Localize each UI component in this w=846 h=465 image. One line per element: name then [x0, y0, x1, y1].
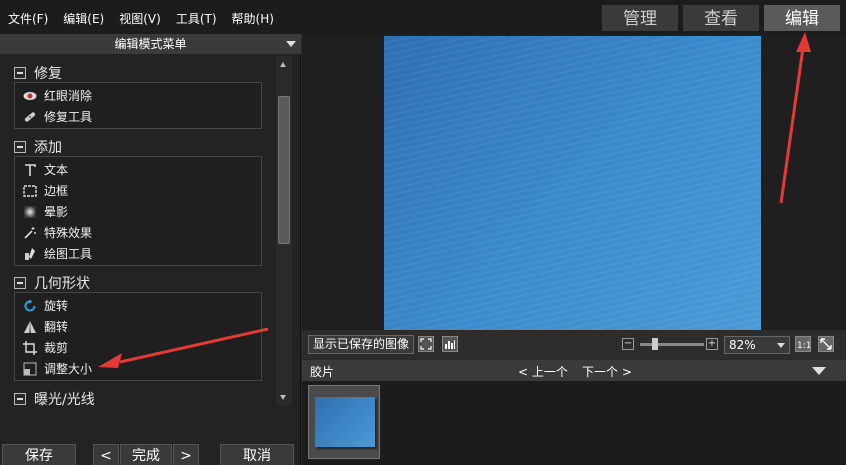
text-icon: [23, 163, 37, 177]
group-exposure-title: 曝光/光线: [34, 392, 95, 406]
tool-special-effects[interactable]: 特殊效果: [15, 222, 261, 243]
tool-label: 文本: [44, 163, 69, 177]
tool-label: 特殊效果: [44, 226, 93, 240]
actual-size-icon[interactable]: 1:1: [795, 336, 811, 352]
tab-edit[interactable]: 编辑: [763, 4, 841, 32]
fullscreen-icon[interactable]: [418, 336, 434, 352]
paint-tools-icon: [23, 247, 37, 261]
resize-icon: [23, 362, 37, 376]
zoom-level-value: 82%: [729, 338, 756, 352]
group-geometry-title: 几何形状: [34, 276, 90, 292]
tool-list: 修复 红眼消除 修复工具 添加 文本 边框 晕影 特殊效果 绘图工具 几何形状 …: [0, 54, 273, 406]
chevron-down-icon[interactable]: [777, 343, 785, 348]
done-button[interactable]: 完成: [120, 444, 172, 465]
previous-image-link[interactable]: < 上一个: [518, 363, 568, 380]
group-repair-box: 红眼消除 修复工具: [14, 82, 262, 129]
tab-manage[interactable]: 管理: [601, 4, 679, 32]
chevron-down-icon[interactable]: [812, 367, 826, 375]
eye-icon: [23, 89, 37, 103]
menu-tools[interactable]: 工具(T): [172, 10, 221, 27]
scroll-down-icon[interactable]: [280, 395, 286, 400]
vignette-icon: [23, 205, 37, 219]
tool-flip[interactable]: 翻转: [15, 316, 261, 337]
collapse-icon[interactable]: [14, 141, 26, 153]
group-add-title: 添加: [34, 140, 62, 156]
cancel-button[interactable]: 取消: [220, 444, 294, 465]
tool-crop[interactable]: 裁剪: [15, 337, 261, 358]
next-button[interactable]: >: [173, 444, 199, 465]
group-exposure-header[interactable]: 曝光/光线: [14, 390, 95, 406]
mode-tabs: 管理 查看 编辑: [601, 4, 841, 32]
collapse-icon[interactable]: [14, 67, 26, 79]
crop-icon: [23, 340, 37, 355]
filmstrip: [302, 381, 846, 465]
rotate-icon: [23, 299, 37, 313]
preview-toolbar: 显示已保存的图像 − + 82% 1:1: [302, 332, 846, 358]
scroll-up-icon[interactable]: [280, 62, 286, 67]
tool-drawing[interactable]: 绘图工具: [15, 243, 261, 264]
panel-title: 编辑模式菜单: [114, 37, 187, 51]
menu-file[interactable]: 文件(F): [4, 10, 52, 27]
bandage-icon: [23, 110, 37, 124]
chevron-down-icon[interactable]: [286, 41, 296, 47]
tool-label: 翻转: [44, 320, 69, 334]
next-image-link[interactable]: 下一个 >: [582, 363, 632, 380]
thumbnail-image: [315, 397, 375, 447]
border-icon: [23, 184, 37, 198]
tool-label: 边框: [44, 184, 69, 198]
show-saved-image-button[interactable]: 显示已保存的图像: [308, 335, 415, 354]
tool-resize[interactable]: 调整大小: [15, 358, 261, 379]
svg-text:1:1: 1:1: [797, 341, 810, 351]
tool-border[interactable]: 边框: [15, 180, 261, 201]
menu-view[interactable]: 视图(V): [115, 10, 165, 27]
group-add-box: 文本 边框 晕影 特殊效果 绘图工具: [14, 156, 262, 266]
group-repair-title: 修复: [34, 66, 62, 82]
menu-edit[interactable]: 编辑(E): [59, 10, 108, 27]
filmstrip-thumbnail[interactable]: [308, 385, 380, 459]
zoom-in-icon[interactable]: +: [706, 338, 718, 350]
tool-label: 旋转: [44, 299, 69, 313]
magic-wand-icon: [23, 226, 37, 240]
group-geometry-header[interactable]: 几何形状: [14, 274, 90, 292]
zoom-slider-thumb[interactable]: [652, 338, 658, 350]
group-geometry-box: 旋转 翻转 裁剪 调整大小: [14, 292, 262, 381]
tool-label: 修复工具: [44, 110, 93, 124]
collapse-icon[interactable]: [14, 393, 26, 405]
prev-button[interactable]: <: [93, 444, 119, 465]
tool-repair[interactable]: 修复工具: [15, 106, 261, 127]
preview-image[interactable]: [384, 36, 761, 330]
menu-bar: 文件(F) 编辑(E) 视图(V) 工具(T) 帮助(H): [4, 10, 285, 27]
filmstrip-header: 胶片 < 上一个 下一个 >: [302, 360, 846, 381]
tool-rotate[interactable]: 旋转: [15, 295, 261, 316]
fit-window-icon[interactable]: [818, 336, 834, 352]
filmstrip-title: 胶片: [310, 365, 335, 379]
flip-icon: [23, 320, 37, 334]
tool-label: 调整大小: [44, 362, 93, 376]
collapse-icon[interactable]: [14, 277, 26, 289]
save-button[interactable]: 保存: [2, 444, 76, 465]
group-add-header[interactable]: 添加: [14, 138, 62, 156]
panel-header[interactable]: 编辑模式菜单: [0, 34, 301, 54]
image-preview-area: [302, 34, 846, 330]
edit-panel: 编辑模式菜单 修复 红眼消除 修复工具 添加 文本 边框 晕影 特殊效果 绘图工…: [0, 34, 301, 465]
histogram-icon[interactable]: [442, 336, 458, 352]
tool-label: 晕影: [44, 205, 69, 219]
tool-label: 裁剪: [44, 341, 69, 355]
scroll-thumb[interactable]: [278, 96, 290, 244]
menu-help[interactable]: 帮助(H): [228, 10, 278, 27]
tool-red-eye[interactable]: 红眼消除: [15, 85, 261, 106]
zoom-level-select[interactable]: 82%: [724, 336, 790, 354]
panel-scrollbar[interactable]: [276, 56, 292, 406]
tab-view[interactable]: 查看: [682, 4, 760, 32]
tool-vignette[interactable]: 晕影: [15, 201, 261, 222]
zoom-out-icon[interactable]: −: [622, 338, 634, 350]
title-bar: 文件(F) 编辑(E) 视图(V) 工具(T) 帮助(H) 管理 查看 编辑: [0, 0, 846, 34]
zoom-slider-track[interactable]: [640, 343, 704, 346]
tool-label: 绘图工具: [44, 247, 93, 261]
group-repair-header[interactable]: 修复: [14, 64, 62, 82]
tool-text[interactable]: 文本: [15, 159, 261, 180]
tool-label: 红眼消除: [44, 89, 93, 103]
